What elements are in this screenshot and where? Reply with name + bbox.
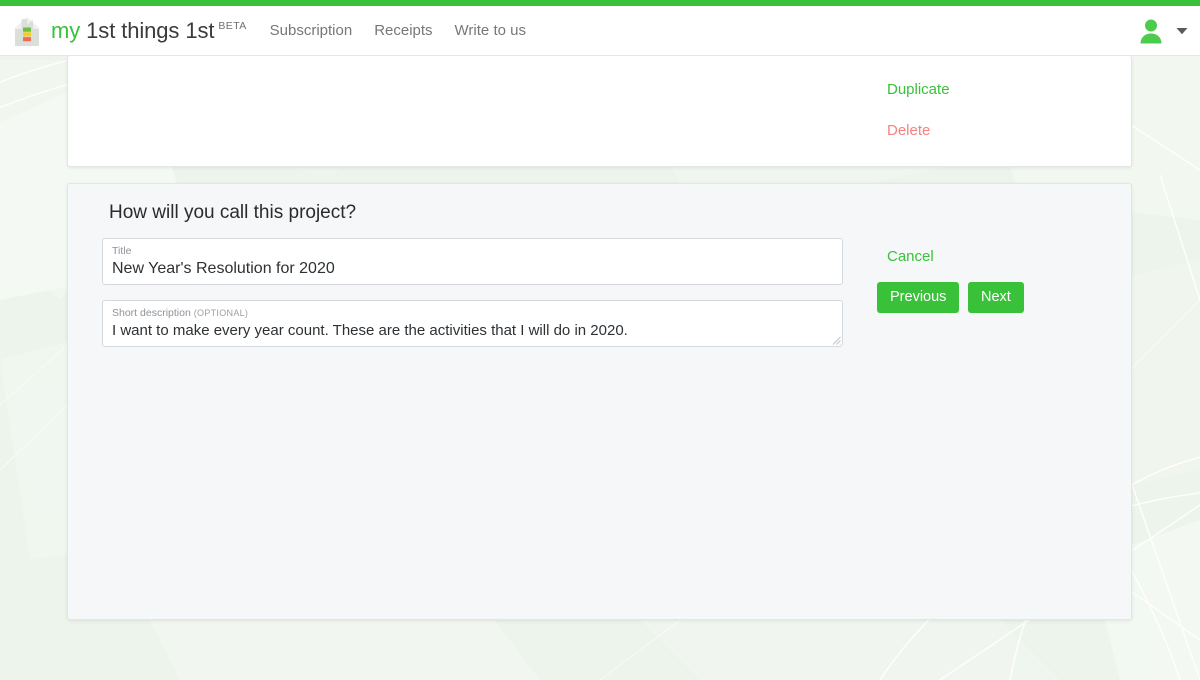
next-button[interactable]: Next — [968, 282, 1024, 313]
title-field-wrapper[interactable]: Title — [102, 238, 843, 285]
description-optional-tag: (OPTIONAL) — [193, 308, 249, 318]
description-label-text: Short description — [112, 307, 191, 319]
top-accent-bar — [0, 0, 1200, 6]
previous-button[interactable]: Previous — [877, 282, 960, 313]
brand-logo-link[interactable]: my 1st things 1st BETA — [12, 14, 247, 48]
house-energy-logo-icon — [15, 16, 39, 46]
brand-title-my: my — [51, 17, 81, 43]
cancel-link[interactable]: Cancel — [887, 248, 934, 265]
title-field-label: Title — [112, 245, 833, 257]
brand-title: my 1st things 1st BETA — [51, 18, 247, 44]
description-textarea[interactable] — [112, 320, 833, 341]
chevron-down-icon[interactable] — [1176, 27, 1188, 35]
textarea-resize-handle[interactable] — [831, 335, 841, 345]
main-navigation: Subscription Receipts Write to us — [270, 22, 526, 39]
description-field-wrapper[interactable]: Short description (OPTIONAL) — [102, 300, 843, 347]
site-header: my 1st things 1st BETA Subscription Recei… — [0, 6, 1200, 56]
form-heading: How will you call this project? — [109, 202, 357, 223]
user-avatar-icon[interactable] — [1136, 16, 1166, 46]
brand-title-main: 1st things 1st — [86, 17, 215, 43]
nav-write-to-us[interactable]: Write to us — [455, 22, 526, 39]
nav-receipts[interactable]: Receipts — [374, 22, 432, 39]
project-name-form-card: How will you call this project? Title Sh… — [67, 183, 1132, 620]
title-label-text: Title — [112, 245, 132, 257]
nav-subscription[interactable]: Subscription — [270, 22, 353, 39]
title-input[interactable] — [112, 258, 833, 279]
duplicate-project-link[interactable]: Duplicate — [887, 81, 950, 98]
project-actions-card: Duplicate Delete — [67, 56, 1132, 167]
delete-project-link[interactable]: Delete — [887, 122, 930, 139]
beta-badge: BETA — [218, 20, 247, 33]
account-menu[interactable] — [1136, 6, 1188, 56]
description-field-label: Short description (OPTIONAL) — [112, 307, 833, 319]
